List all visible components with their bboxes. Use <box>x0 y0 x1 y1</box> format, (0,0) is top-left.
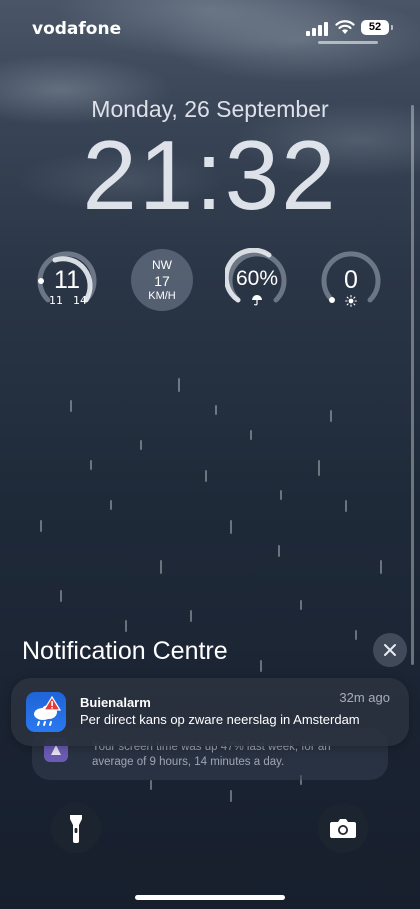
notification-card[interactable]: Buienalarm 32m ago Per direct kans op zw… <box>11 678 409 746</box>
stacked-notification-line2: average of 9 hours, 14 minutes a day. <box>92 756 285 768</box>
wifi-icon <box>335 20 355 34</box>
notification-message: Per direct kans op zware neerslag in Ams… <box>80 712 360 727</box>
close-icon <box>384 644 396 656</box>
temperature-low: 11 <box>49 294 63 307</box>
notification-time: 32m ago <box>339 690 390 705</box>
notification-centre-title: Notification Centre <box>22 637 228 665</box>
wind-unit: KM/H <box>148 290 176 302</box>
lock-time: 21:32 <box>82 120 338 230</box>
temperature-widget[interactable]: 11 11 14 <box>35 248 99 312</box>
wind-direction: NW <box>152 258 172 272</box>
status-bar: vodafone 52 <box>0 0 420 56</box>
buienalarm-rain-warning-icon <box>26 692 66 732</box>
camera-icon <box>330 819 356 838</box>
temperature-current: 11 <box>54 266 80 294</box>
uv-index-value: 0 <box>344 266 358 294</box>
lock-date: Monday, 26 September <box>91 96 329 122</box>
flashlight-button[interactable] <box>51 803 101 853</box>
battery-icon: 52 <box>361 20 393 35</box>
wind-speed: 17 <box>154 273 170 289</box>
notification-app-name: Buienalarm <box>80 695 151 710</box>
sun-icon <box>345 295 357 307</box>
uv-index-widget[interactable]: 0 <box>319 248 383 312</box>
temperature-high: 14 <box>73 294 87 307</box>
camera-button[interactable] <box>318 803 368 853</box>
precipitation-chance: 60% <box>235 267 279 290</box>
home-indicator[interactable] <box>135 895 285 900</box>
control-centre-indicator[interactable] <box>318 41 378 44</box>
umbrella-icon <box>252 295 262 306</box>
clear-notifications-button[interactable] <box>373 633 407 667</box>
precipitation-widget[interactable]: 60% <box>225 248 289 312</box>
wind-widget[interactable]: NW 17 KM/H <box>130 248 194 312</box>
carrier-name: vodafone <box>32 19 122 39</box>
flashlight-icon <box>70 815 82 843</box>
cellular-signal-icon <box>306 22 328 36</box>
